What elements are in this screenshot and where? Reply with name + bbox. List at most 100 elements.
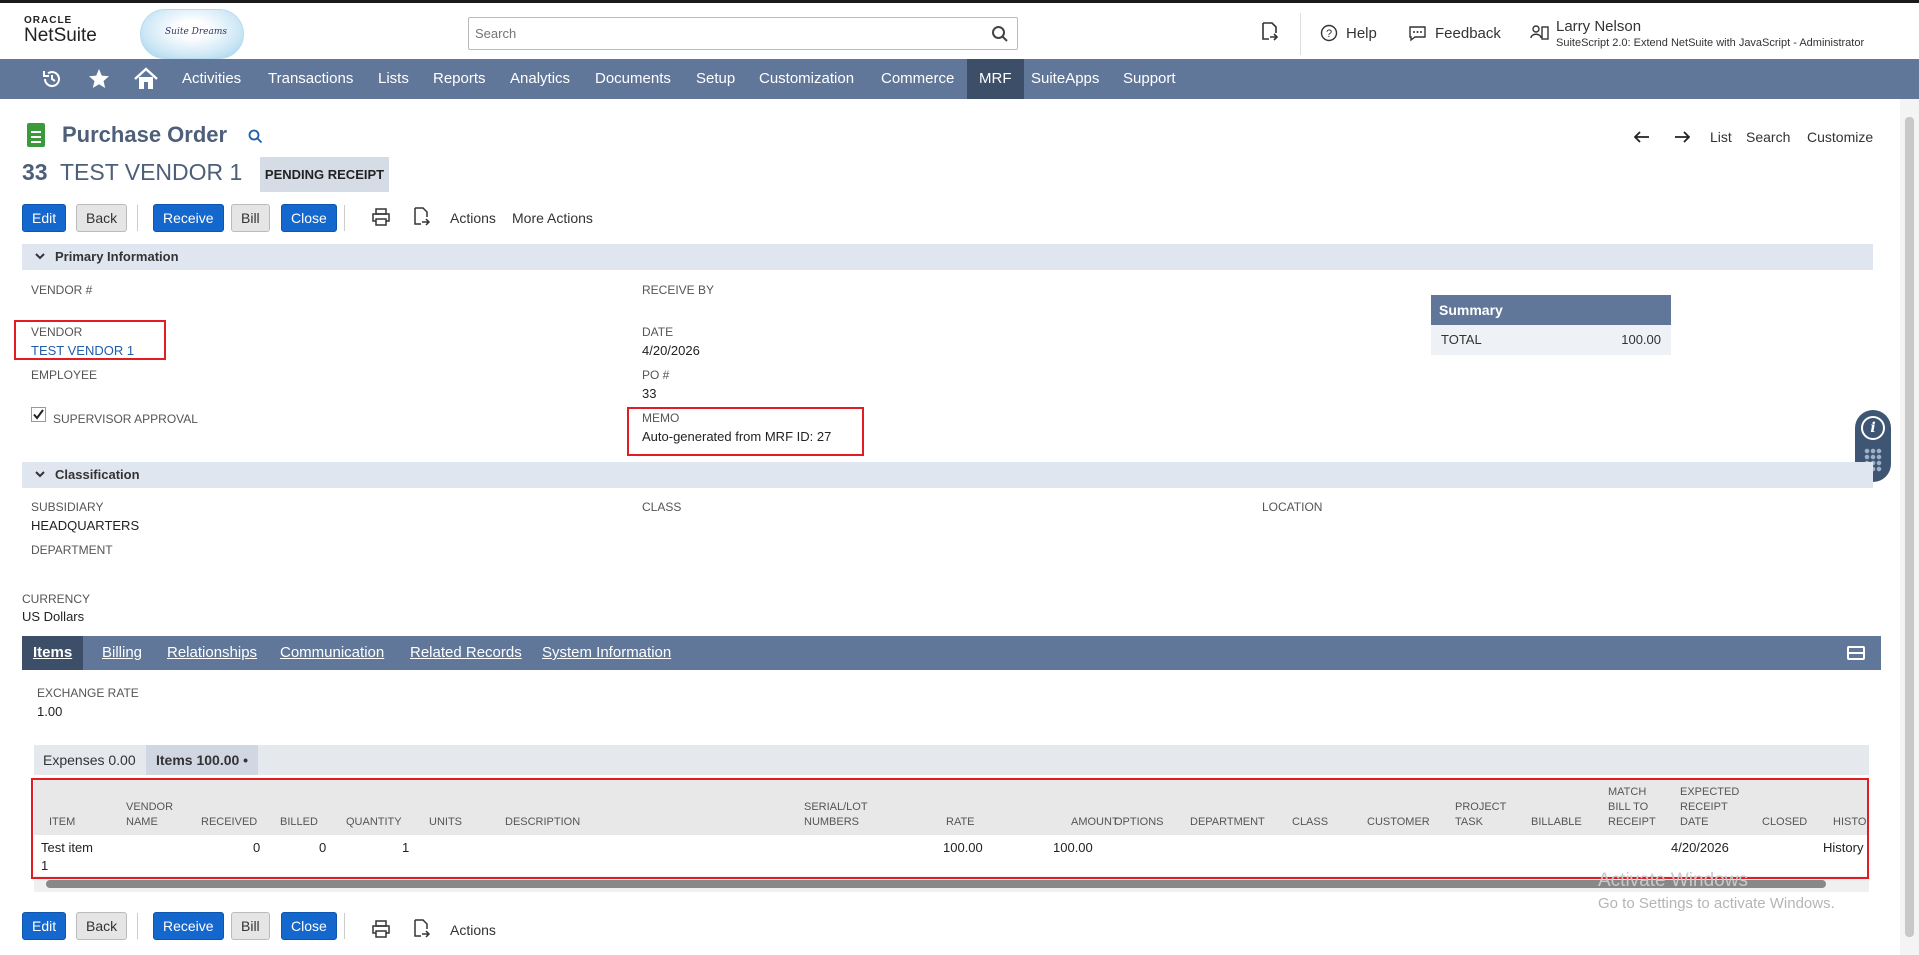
sublist-tab-items[interactable]: Items 100.00 • [146, 745, 259, 775]
summary-total-row: TOTAL 100.00 [1431, 325, 1671, 355]
previous-record-arrow-icon[interactable] [1634, 131, 1650, 143]
edit-button-bottom[interactable]: Edit [22, 912, 67, 940]
search-input[interactable] [469, 18, 969, 48]
chevron-down-icon[interactable] [34, 250, 46, 262]
employee-label: EMPLOYEE [31, 368, 98, 382]
page-title: Purchase Order [62, 122, 228, 147]
nav-reports[interactable]: Reports [433, 59, 486, 99]
summary-box: Summary TOTAL 100.00 [1431, 295, 1671, 355]
nav-analytics[interactable]: Analytics [510, 59, 570, 99]
nav-setup[interactable]: Setup [696, 59, 735, 99]
home-icon[interactable] [133, 67, 159, 91]
nav-support[interactable]: Support [1123, 59, 1176, 99]
vertical-scroll-thumb[interactable] [1905, 117, 1914, 937]
total-label: TOTAL [1441, 332, 1482, 347]
global-search[interactable] [468, 17, 1018, 50]
section-title: Classification [55, 467, 140, 482]
nav-mrf[interactable]: MRF [967, 59, 1024, 99]
back-button[interactable]: Back [76, 204, 128, 232]
tab-relationships[interactable]: Relationships [167, 636, 257, 670]
info-icon[interactable]: i [1861, 416, 1885, 440]
receive-button[interactable]: Receive [153, 204, 224, 232]
customize-link[interactable]: Customize [1807, 129, 1873, 145]
top-header: ORACLE NetSuite Suite Dreams ? Help Feed… [0, 0, 1919, 59]
search-link[interactable]: Search [1746, 129, 1790, 145]
nav-customization[interactable]: Customization [759, 59, 854, 99]
tab-system-information[interactable]: System Information [542, 636, 671, 670]
close-button[interactable]: Close [281, 204, 337, 232]
total-value: 100.00 [1621, 332, 1661, 347]
help-link[interactable]: Help [1346, 25, 1377, 42]
class-label: CLASS [642, 500, 682, 514]
sublist-tab-expenses[interactable]: Expenses 0.00 [43, 745, 136, 775]
list-link[interactable]: List [1710, 129, 1732, 145]
department-label: DEPARTMENT [31, 543, 113, 557]
actions-menu-bottom[interactable]: Actions [450, 922, 496, 938]
nav-transactions[interactable]: Transactions [268, 59, 353, 99]
summary-title: Summary [1431, 295, 1671, 325]
button-divider [344, 913, 345, 939]
vertical-scrollbar[interactable] [1900, 99, 1919, 955]
print-icon[interactable] [372, 208, 390, 226]
subsidiary-label: SUBSIDIARY [31, 500, 104, 514]
nav-suiteapps[interactable]: SuiteApps [1031, 59, 1099, 99]
nav-activities[interactable]: Activities [182, 59, 241, 99]
more-actions-menu[interactable]: More Actions [512, 210, 593, 226]
recent-records-icon[interactable] [1259, 21, 1279, 43]
horizontal-scrollbar[interactable] [46, 880, 1826, 888]
netsuite-logo[interactable]: ORACLE NetSuite [24, 15, 97, 45]
highlight-box-items [31, 778, 1869, 879]
list-view-icon[interactable] [1847, 646, 1865, 660]
exchange-rate-value: 1.00 [37, 704, 63, 719]
nav-commerce[interactable]: Commerce [881, 59, 954, 99]
netsuite-wordmark: NetSuite [24, 25, 97, 46]
record-number: 33 [22, 159, 48, 185]
highlight-box-vendor [14, 320, 166, 360]
print-icon[interactable] [372, 920, 390, 938]
date-label: DATE [642, 325, 674, 339]
new-document-icon[interactable] [412, 207, 430, 227]
svg-text:?: ? [1326, 28, 1332, 40]
bill-button[interactable]: Bill [231, 204, 270, 232]
highlight-box-memo [627, 407, 864, 456]
po-number-label: PO # [642, 368, 670, 382]
feedback-icon[interactable] [1408, 24, 1427, 42]
exchange-rate-label: EXCHANGE RATE [37, 686, 139, 700]
po-number-value: 33 [642, 386, 657, 401]
tab-items[interactable]: Items [22, 636, 84, 670]
search-icon[interactable] [991, 25, 1009, 43]
recent-history-icon[interactable] [40, 67, 64, 91]
nav-lists[interactable]: Lists [378, 59, 409, 99]
feedback-link[interactable]: Feedback [1435, 25, 1501, 42]
new-document-icon[interactable] [412, 919, 430, 939]
tab-communication[interactable]: Communication [280, 636, 384, 670]
chevron-down-icon[interactable] [34, 468, 46, 480]
classification-section[interactable]: Classification [22, 462, 1873, 488]
tab-related-records[interactable]: Related Records [410, 636, 522, 670]
record-vendor-title: TEST VENDOR 1 [60, 159, 243, 185]
primary-information-section[interactable]: Primary Information [22, 244, 1873, 270]
help-icon[interactable]: ? [1320, 24, 1338, 42]
user-role[interactable]: SuiteScript 2.0: Extend NetSuite with Ja… [1556, 37, 1864, 49]
next-record-arrow-icon[interactable] [1674, 131, 1690, 143]
favorites-star-icon[interactable] [87, 67, 111, 91]
bill-button-bottom[interactable]: Bill [231, 912, 270, 940]
subsidiary-value: HEADQUARTERS [31, 518, 140, 533]
windows-activation-hint: Go to Settings to activate Windows. [1598, 895, 1835, 912]
nav-documents[interactable]: Documents [595, 59, 671, 99]
role-switch-icon[interactable] [1530, 23, 1550, 43]
company-cloud-logo: Suite Dreams [140, 9, 244, 59]
currency-value: US Dollars [22, 609, 85, 624]
tab-billing[interactable]: Billing [102, 636, 142, 670]
record-search-icon[interactable] [248, 129, 263, 144]
supervisor-approval-checkbox[interactable] [31, 407, 46, 422]
button-divider [344, 205, 345, 231]
edit-button[interactable]: Edit [22, 204, 67, 232]
user-name[interactable]: Larry Nelson [1556, 18, 1641, 35]
actions-menu[interactable]: Actions [450, 210, 496, 226]
close-button-bottom[interactable]: Close [281, 912, 337, 940]
receive-button-bottom[interactable]: Receive [153, 912, 224, 940]
subtab-bar: Items Billing Relationships Communicatio… [22, 636, 1881, 670]
back-button-bottom[interactable]: Back [76, 912, 128, 940]
windows-activation-title: Activate Windows [1598, 870, 1748, 891]
